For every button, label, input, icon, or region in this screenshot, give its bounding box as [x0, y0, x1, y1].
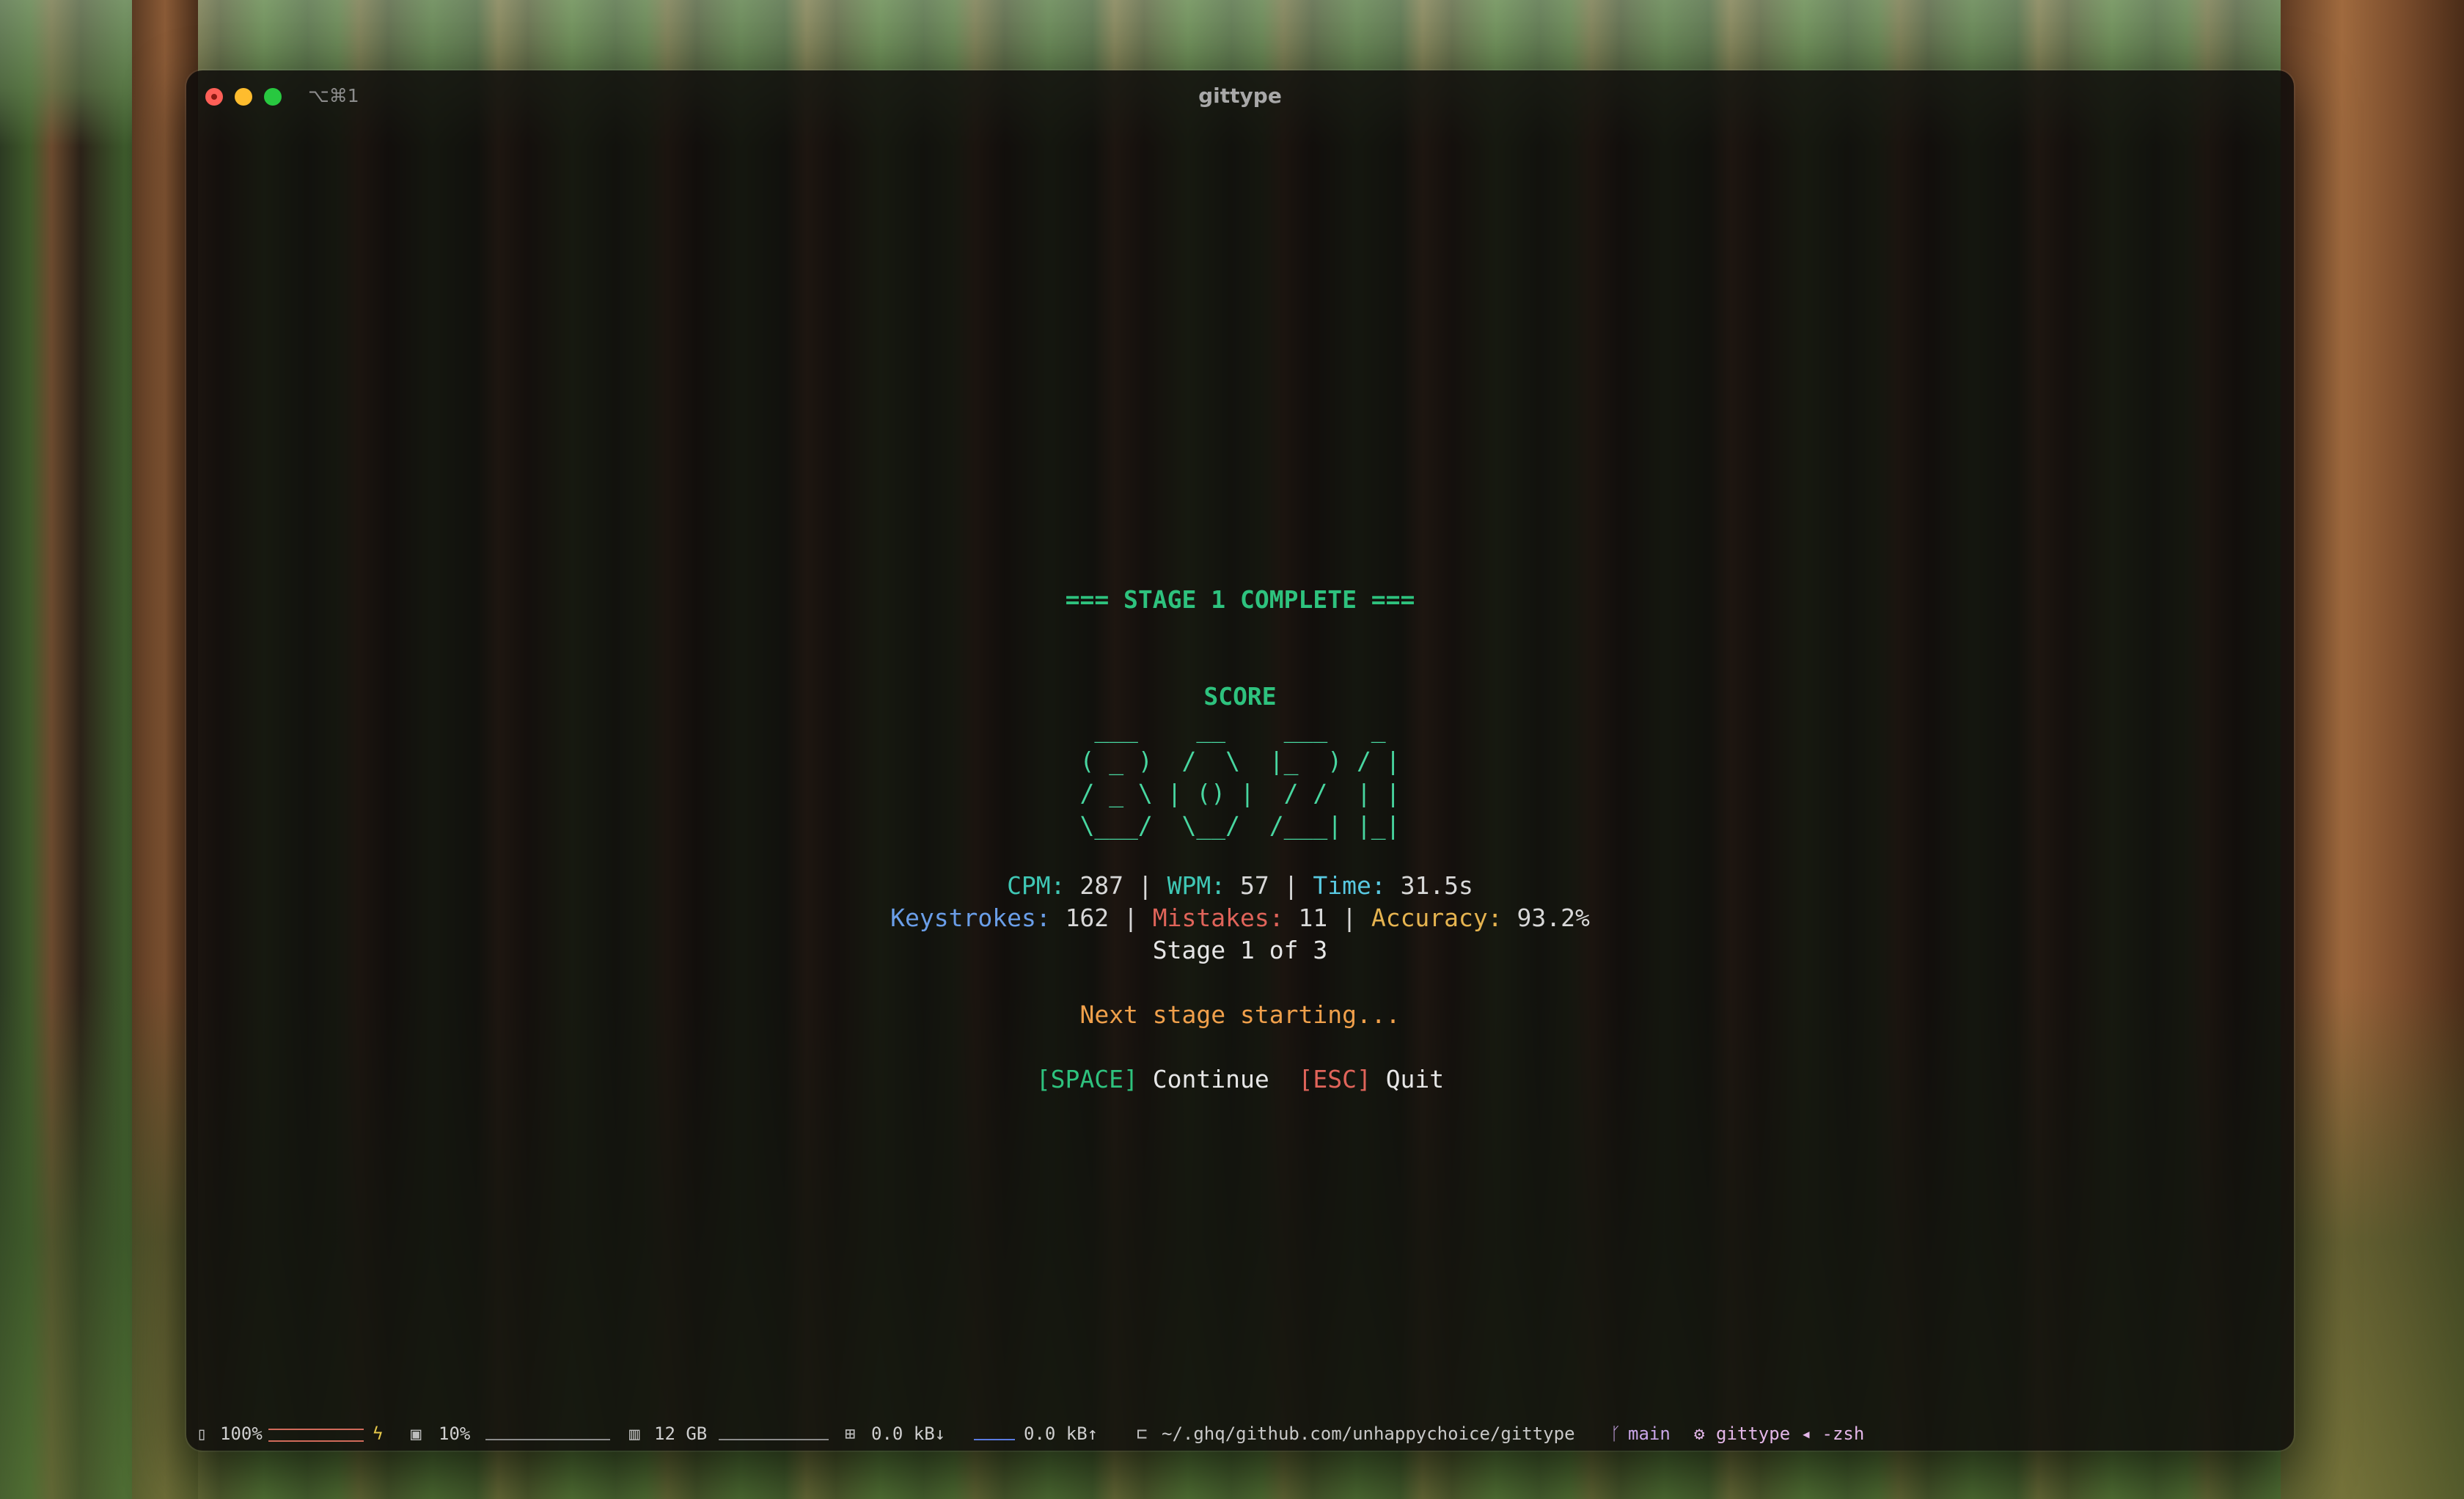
accuracy-label: Accuracy:	[1371, 904, 1503, 932]
battery-percent: 100%	[220, 1423, 263, 1444]
controls-line: [SPACE] Continue [ESC] Quit	[186, 1063, 2294, 1096]
keystrokes-label: Keystrokes:	[890, 904, 1051, 932]
wpm-value: 57	[1240, 871, 1269, 900]
battery-meter	[268, 1429, 364, 1442]
esc-key-hint[interactable]: [ESC]	[1298, 1065, 1371, 1093]
quit-action[interactable]: Quit	[1386, 1065, 1444, 1093]
network-icon: ⊞	[845, 1423, 856, 1444]
separator: |	[1109, 904, 1153, 932]
score-ascii-line: \___/ \__/ /___| |_|	[1079, 811, 1401, 840]
next-stage-message: Next stage starting...	[1079, 1000, 1401, 1029]
space-key-hint[interactable]: [SPACE]	[1036, 1065, 1138, 1093]
score-ascii-line: / _ \ | () | / / | |	[1079, 779, 1401, 807]
score-label: SCORE	[1203, 682, 1277, 711]
keystrokes-value: 162	[1065, 904, 1110, 932]
status-bar: ▯ 100% ϟ ▣ 10% ▥ 12 GB ⊞ 0.0 kB↓ 0.0 kB↑…	[186, 1417, 2294, 1451]
current-path: ~/.ghq/github.com/unhappychoice/gittype	[1162, 1423, 1575, 1444]
accuracy-value: 93.2%	[1517, 904, 1590, 932]
separator: |	[1123, 871, 1167, 900]
stage-complete-header: === STAGE 1 COMPLETE ===	[1065, 585, 1415, 614]
stats-speed-line: CPM: 287 | WPM: 57 | Time: 31.5s	[186, 870, 2294, 902]
mistakes-value: 11	[1298, 904, 1328, 932]
terminal-window: ⌥⌘1 gittype === STAGE 1 COMPLETE === SCO…	[186, 70, 2294, 1451]
network-graph	[974, 1429, 1015, 1440]
charging-icon: ϟ	[373, 1423, 384, 1444]
terminal-content: === STAGE 1 COMPLETE === SCORE ___ __ __…	[186, 70, 2294, 1451]
battery-icon: ▯	[197, 1423, 208, 1444]
score-ascii-line: ___ __ ___ _	[1079, 714, 1401, 743]
cpu-graph	[485, 1429, 610, 1440]
memory-graph	[719, 1429, 829, 1440]
time-label: Time:	[1313, 871, 1386, 900]
network-down: 0.0 kB↓	[871, 1423, 946, 1444]
cpm-value: 287	[1079, 871, 1124, 900]
git-branch-icon: ᚴ	[1610, 1423, 1621, 1444]
time-value: 31.5s	[1400, 871, 1473, 900]
folder-icon: ⊏	[1137, 1423, 1148, 1444]
network-up: 0.0 kB↑	[1024, 1423, 1099, 1444]
cpm-label: CPM:	[1007, 871, 1066, 900]
memory-usage: 12 GB	[654, 1423, 708, 1444]
stats-accuracy-line: Keystrokes: 162 | Mistakes: 11 | Accurac…	[186, 902, 2294, 934]
memory-icon: ▥	[629, 1423, 640, 1444]
process-icon: ⚙	[1694, 1423, 1705, 1444]
separator: |	[1269, 871, 1313, 900]
separator: |	[1327, 904, 1371, 932]
stage-progress: Stage 1 of 3	[1152, 936, 1328, 964]
cpu-percent: 10%	[439, 1423, 471, 1444]
git-branch: main	[1628, 1423, 1671, 1444]
score-ascii-line: ( _ ) / \ |_ ) / |	[1079, 747, 1401, 775]
cpu-icon: ▣	[411, 1423, 422, 1444]
current-process: gittype ◂ -zsh	[1716, 1423, 1865, 1444]
mistakes-label: Mistakes:	[1152, 904, 1284, 932]
wpm-label: WPM:	[1167, 871, 1226, 900]
continue-action[interactable]: Continue	[1153, 1065, 1269, 1093]
